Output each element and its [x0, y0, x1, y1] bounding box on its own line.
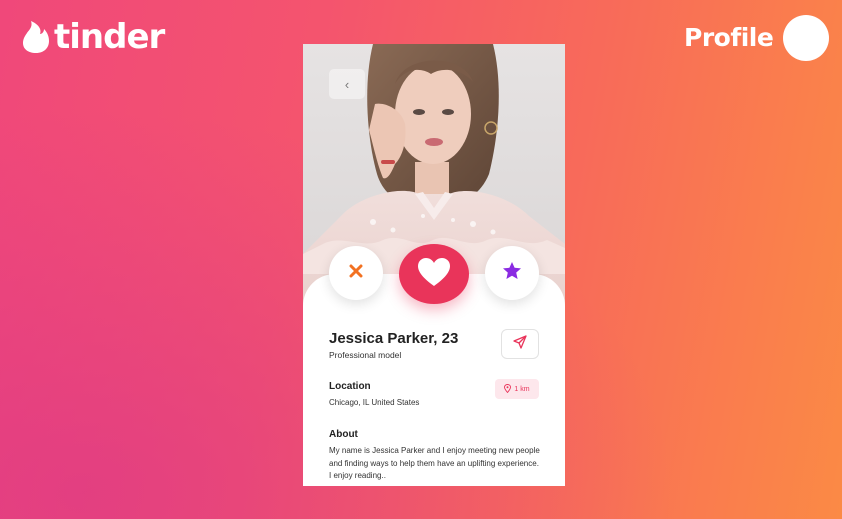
star-icon [502, 261, 522, 285]
tinder-logo[interactable]: tinder [22, 17, 165, 57]
location-pin-icon [504, 383, 512, 395]
location-heading: Location [329, 381, 371, 392]
super-like-button[interactable] [485, 246, 539, 300]
like-button[interactable] [399, 244, 469, 304]
profile-card: ‹ Jessica Parker, 23 Professional model [303, 44, 565, 486]
chevron-left-icon: ‹ [344, 76, 350, 92]
close-icon [349, 264, 363, 283]
profile-nav-link[interactable]: Profile [684, 23, 774, 52]
send-message-button[interactable] [501, 329, 539, 359]
flame-icon [22, 20, 50, 54]
dislike-button[interactable] [329, 246, 383, 300]
heart-icon [417, 257, 451, 292]
location-value: Chicago, IL United States [329, 398, 420, 407]
brand-wordmark: tinder [54, 17, 165, 57]
about-heading: About [329, 429, 358, 440]
about-text: My name is Jessica Parker and I enjoy me… [329, 446, 540, 480]
distance-label: 1 km [514, 385, 530, 393]
profile-name: Jessica Parker, 23 [329, 330, 459, 347]
profile-occupation: Professional model [329, 350, 402, 360]
distance-badge: 1 km [495, 379, 539, 399]
avatar[interactable] [783, 15, 829, 61]
send-icon [513, 334, 527, 354]
back-button[interactable]: ‹ [329, 69, 365, 99]
